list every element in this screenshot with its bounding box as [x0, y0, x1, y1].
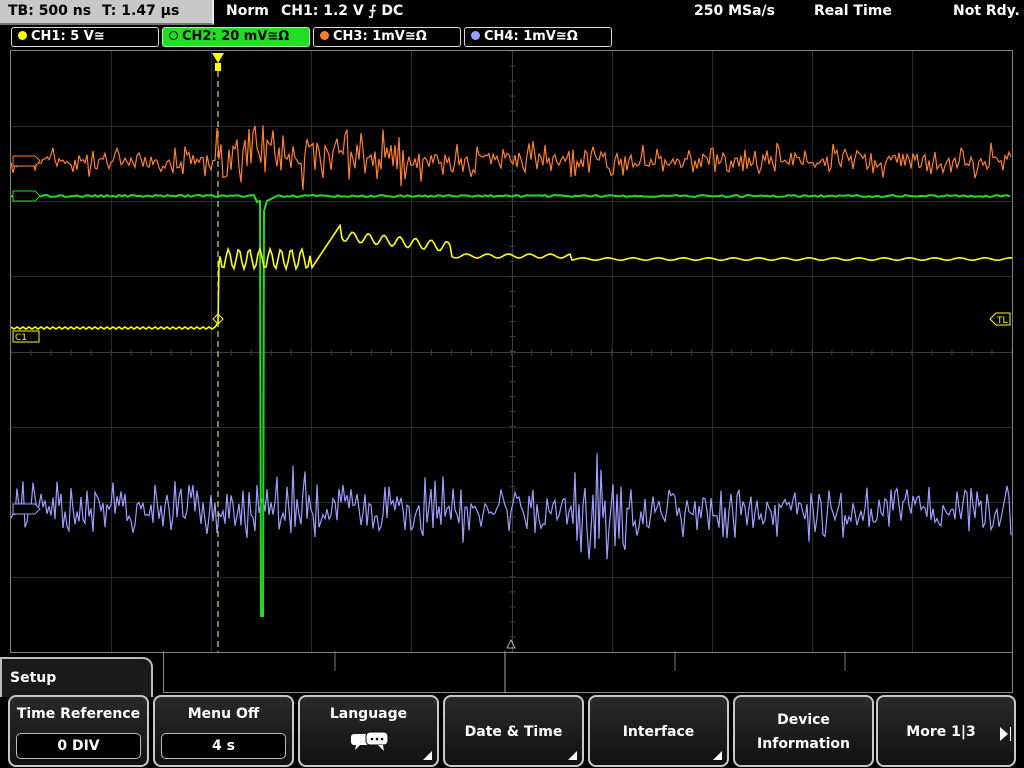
- time-reference-label: Time Reference: [16, 706, 141, 722]
- timebase-readout: TB: 500 ns: [8, 3, 92, 19]
- acquisition-mode: Real Time: [814, 3, 892, 19]
- waveform-screen[interactable]: TL C1: [10, 50, 1013, 653]
- channel-1-ground-marker[interactable]: C1: [12, 330, 40, 343]
- trigger-mode[interactable]: Norm: [226, 3, 269, 19]
- channel-3-label: CH3: 1mV≅Ω: [333, 29, 427, 44]
- channel-1-button[interactable]: CH1: 5 V≅: [11, 27, 159, 47]
- status-bar: TB: 500 ns T: 1.47 µs Norm CH1: 1.2 V ⨍ …: [0, 0, 1024, 25]
- graticule-grid: [11, 51, 1012, 652]
- menu-title-tab: Setup: [0, 657, 153, 697]
- menu-off-label: Menu Off: [187, 706, 260, 722]
- trigger-level-marker[interactable]: TL: [989, 312, 1011, 326]
- channel-4-trace: [11, 453, 1012, 560]
- device-info-label-line2: Information: [757, 736, 850, 752]
- channel-4-button[interactable]: CH4: 1mV≅Ω: [464, 27, 612, 47]
- trigger-time-readout: T: 1.47 µs: [102, 3, 180, 19]
- tl-marker-label: TL: [996, 316, 1008, 326]
- sample-rate: 250 MSa/s: [694, 3, 776, 19]
- device-info-label-line1: Device: [777, 712, 830, 728]
- submenu-indicator-icon: [568, 751, 577, 760]
- speech-bubble-icon: [350, 731, 390, 753]
- submenu-indicator-icon: [713, 751, 722, 760]
- channel-3-button[interactable]: CH3: 1mV≅Ω: [313, 27, 461, 47]
- menu-title: Setup: [10, 670, 57, 686]
- channel-1-color-dot: [18, 31, 27, 40]
- channel-3-trace: [11, 125, 1012, 190]
- channel-3-ground-marker[interactable]: [12, 155, 41, 167]
- channel-1-trace: [11, 223, 1012, 330]
- waveform-display[interactable]: TL C1: [11, 51, 1012, 652]
- channel-2-color-dot: [169, 31, 178, 40]
- channel-4-label: CH4: 1mV≅Ω: [484, 29, 578, 44]
- channel-4-color-dot: [471, 31, 480, 40]
- language-label: Language: [329, 706, 408, 722]
- channel-2-label: CH2: 20 mV≅Ω: [182, 29, 290, 44]
- date-time-label: Date & Time: [464, 724, 563, 740]
- channel-4-ground-marker[interactable]: [12, 503, 41, 515]
- next-page-icon: [1000, 727, 1008, 741]
- more-softkey[interactable]: More 1|3: [876, 695, 1016, 767]
- time-reference-softkey[interactable]: Time Reference 0 DIV: [8, 695, 149, 767]
- channel-3-color-dot: [320, 31, 329, 40]
- channel-bar: CH1: 5 V≅ CH2: 20 mV≅Ω CH3: 1mV≅Ω CH4: 1…: [0, 26, 1024, 48]
- submenu-indicator-icon: [423, 751, 432, 760]
- interface-label: Interface: [622, 724, 695, 740]
- acquisition-state: Not Rdy.: [953, 3, 1020, 19]
- channel-2-button[interactable]: CH2: 20 mV≅Ω: [162, 27, 310, 47]
- c1-marker-label: C1: [15, 333, 27, 343]
- menu-off-value: 4 s: [161, 733, 286, 759]
- timebase-box[interactable]: TB: 500 ns T: 1.47 µs: [0, 0, 214, 25]
- trigger-info[interactable]: CH1: 1.2 V ⨍ DC: [281, 3, 403, 19]
- trigger-marker[interactable]: [212, 53, 224, 71]
- menu-off-softkey[interactable]: Menu Off 4 s: [153, 695, 294, 767]
- language-softkey[interactable]: Language: [298, 695, 439, 767]
- horizontal-center-marker: [506, 638, 516, 649]
- channel-2-ground-marker[interactable]: [12, 190, 41, 202]
- device-information-softkey[interactable]: Device Information: [733, 695, 874, 767]
- time-reference-value: 0 DIV: [16, 733, 141, 759]
- interface-softkey[interactable]: Interface: [588, 695, 729, 767]
- info-strip: [163, 651, 1013, 693]
- date-time-softkey[interactable]: Date & Time: [443, 695, 584, 767]
- next-page-bar-icon: [1010, 727, 1011, 741]
- more-label: More 1|3: [906, 724, 976, 740]
- channel-1-label: CH1: 5 V≅: [31, 29, 105, 44]
